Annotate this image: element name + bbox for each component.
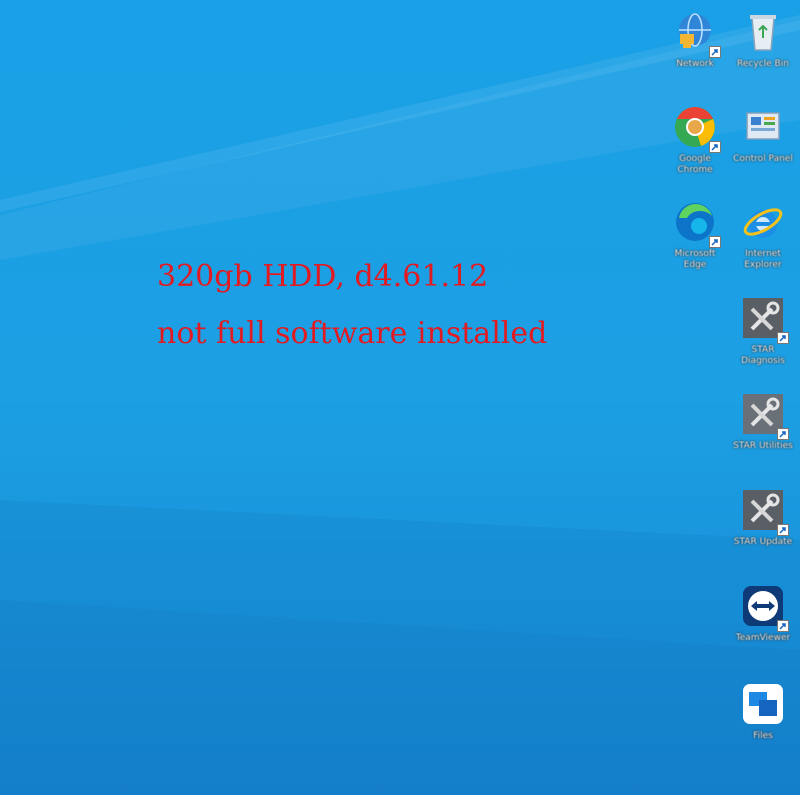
teamviewer-icon bbox=[739, 582, 789, 632]
overlay-note: 320gb HDD, d4.61.12 not full software in… bbox=[157, 248, 547, 362]
desktop-icon-label: Google Chrome bbox=[677, 154, 713, 175]
tools-icon bbox=[739, 294, 789, 344]
recycle-bin-icon bbox=[739, 8, 787, 56]
chrome-icon bbox=[671, 103, 721, 153]
desktop-icon-star-utilities[interactable]: STAR Utilities bbox=[731, 390, 795, 452]
desktop-icon-control-panel[interactable]: Control Panel bbox=[731, 103, 795, 165]
desktop-icon-chrome[interactable]: Google Chrome bbox=[663, 103, 727, 176]
desktop-icon-files[interactable]: Files bbox=[731, 680, 795, 742]
overlay-line-1: 320gb HDD, d4.61.12 bbox=[157, 259, 489, 294]
internet-explorer-icon bbox=[739, 198, 787, 246]
tools-icon bbox=[739, 486, 789, 536]
tools-icon bbox=[739, 390, 789, 440]
desktop-icon-label: Internet Explorer bbox=[744, 249, 782, 270]
desktop-icon-label: Network bbox=[676, 59, 714, 69]
desktop-icon-teamviewer[interactable]: TeamViewer bbox=[731, 582, 795, 644]
desktop-icon-label: Recycle Bin bbox=[737, 59, 789, 69]
control-panel-icon bbox=[739, 103, 787, 151]
desktop-icon-label: Files bbox=[753, 731, 773, 741]
desktop-icon-star-diagnosis[interactable]: STAR Diagnosis bbox=[731, 294, 795, 367]
desktop-icon-label: STAR Diagnosis bbox=[741, 345, 785, 366]
desktop-icon-label: STAR Utilities bbox=[733, 441, 793, 451]
desktop-icon-edge[interactable]: Microsoft Edge bbox=[663, 198, 727, 271]
desktop-icon-star-update[interactable]: STAR Update bbox=[731, 486, 795, 548]
overlay-line-2: not full software installed bbox=[157, 316, 548, 351]
desktop-icon-network[interactable]: Network bbox=[663, 8, 727, 70]
app-icon bbox=[739, 680, 787, 728]
desktop-icon-label: STAR Update bbox=[733, 537, 793, 547]
desktop-icon-label: Microsoft Edge bbox=[674, 249, 716, 270]
edge-icon bbox=[671, 198, 721, 248]
desktop-icon-recycle-bin[interactable]: Recycle Bin bbox=[731, 8, 795, 70]
desktop-icon-label: Control Panel bbox=[733, 154, 793, 164]
desktop[interactable]: 320gb HDD, d4.61.12 not full software in… bbox=[0, 0, 800, 795]
desktop-icon-label: TeamViewer bbox=[735, 633, 791, 643]
desktop-icon-internet-explorer[interactable]: Internet Explorer bbox=[731, 198, 795, 271]
network-icon bbox=[671, 8, 721, 58]
